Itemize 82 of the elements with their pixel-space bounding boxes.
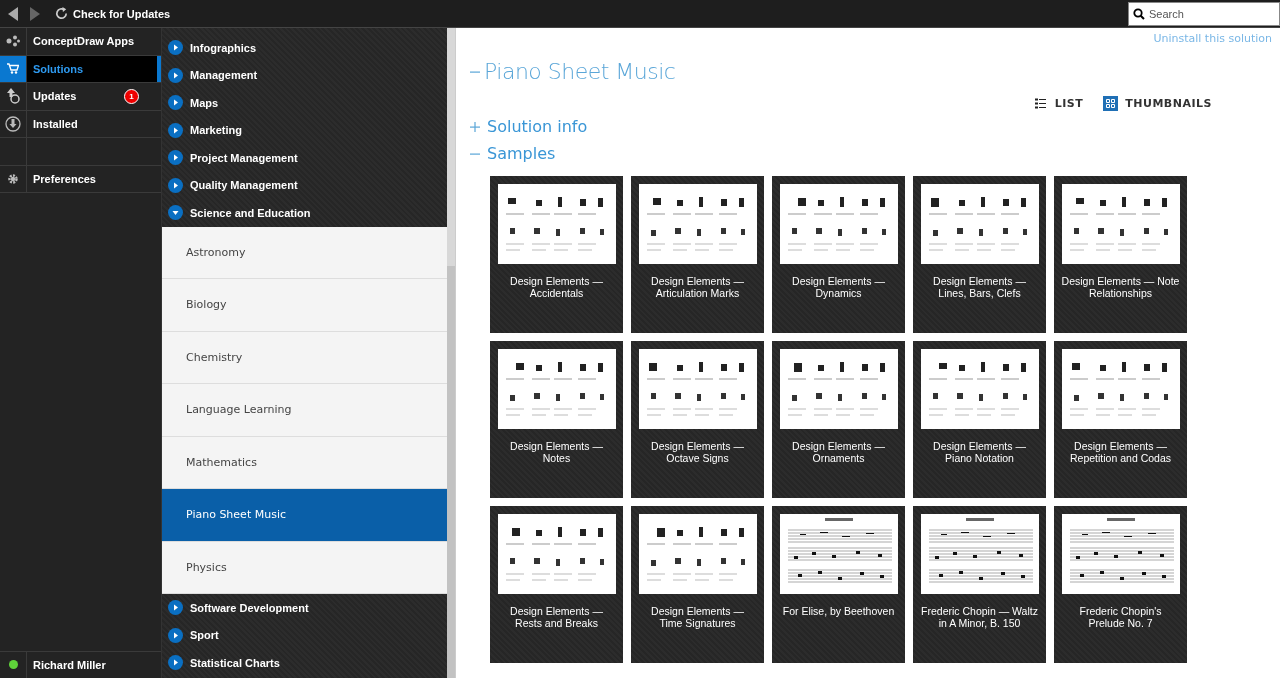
sample-title: Design Elements — Ornaments <box>791 441 886 464</box>
refresh-icon <box>54 6 69 21</box>
view-toggle[interactable]: THUMBNAILS <box>1103 96 1212 111</box>
sample-title: Design Elements — Piano Notation <box>932 441 1027 464</box>
sample-title: Design Elements — Notes <box>509 441 604 464</box>
sample-card[interactable]: Design Elements — Piano Notation <box>913 341 1046 498</box>
expand-icon <box>168 627 183 643</box>
nav-item[interactable]: Updates 1 <box>27 83 161 110</box>
nav-item[interactable]: Solutions <box>27 55 161 82</box>
sample-title: Design Elements — Accidentals <box>509 276 604 299</box>
sample-card[interactable]: Frederic Chopin's Prelude No. 7 <box>1054 506 1187 663</box>
subcategory-item[interactable]: Mathematics <box>162 436 447 489</box>
view-toggle[interactable]: LIST <box>1032 96 1084 111</box>
expand-icon <box>168 122 183 138</box>
subcategory-item[interactable]: Physics <box>162 541 447 594</box>
solution-title: Piano Sheet Music <box>484 59 676 84</box>
apps-icon <box>6 35 20 48</box>
expand-icon <box>168 177 183 193</box>
nav-item[interactable]: Preferences <box>27 165 161 192</box>
sample-card[interactable]: Design Elements — Rests and Breaks <box>490 506 623 663</box>
category-item[interactable]: Quality Management <box>162 171 447 199</box>
list-icon <box>1032 96 1048 111</box>
check-updates-button[interactable]: Check for Updates <box>50 6 175 21</box>
sample-card[interactable]: Frederic Chopin — Waltz in A Minor, B. 150 <box>913 506 1046 663</box>
category-item[interactable]: Infographics <box>162 34 447 62</box>
subcategory-item[interactable]: Language Learning <box>162 384 447 437</box>
expand-icon <box>168 95 183 111</box>
category-item[interactable]: Marketing <box>162 116 447 144</box>
expand-icon <box>168 655 183 671</box>
sample-card[interactable]: Design Elements — Accidentals <box>490 176 623 333</box>
search-icon <box>1133 7 1145 20</box>
category-item[interactable]: Statistical Charts <box>162 649 447 677</box>
user-name: Richard Miller <box>32 657 106 673</box>
sample-card[interactable]: Design Elements — Lines, Bars, Clefs <box>913 176 1046 333</box>
settings-icon <box>7 172 19 185</box>
category-item[interactable]: Maps <box>162 89 447 117</box>
sample-card[interactable]: Design Elements — Dynamics <box>772 176 905 333</box>
subcategory-item[interactable]: Astronomy <box>162 226 447 279</box>
sample-card[interactable]: Design Elements — Octave Signs <box>631 341 764 498</box>
sample-title: Design Elements — Time Signatures <box>650 606 745 629</box>
sample-card[interactable]: For Elise, by Beethoven <box>772 506 905 663</box>
sample-title: Design Elements — Repetition and Codas <box>1069 441 1172 464</box>
cart-icon <box>7 63 19 75</box>
expand-icon <box>168 40 183 56</box>
sample-title: Design Elements — Note Relationships <box>1061 276 1180 299</box>
search-field[interactable]: Search <box>1128 1 1280 26</box>
sample-title: Frederic Chopin's Prelude No. 7 <box>1078 606 1163 629</box>
sample-title: For Elise, by Beethoven <box>781 606 896 618</box>
category-item[interactable]: Project Management <box>162 144 447 172</box>
sample-card[interactable]: Design Elements — Articulation Marks <box>631 176 764 333</box>
download-icon <box>5 115 21 132</box>
category-item[interactable]: Management <box>162 61 447 89</box>
collapse-icon <box>168 205 183 221</box>
grid-icon <box>1103 96 1119 111</box>
subcategory-item[interactable]: Piano Sheet Music <box>162 489 447 542</box>
sample-title: Design Elements — Octave Signs <box>650 441 745 464</box>
sample-card[interactable]: Design Elements — Notes <box>490 341 623 498</box>
sample-card[interactable]: Design Elements — Repetition and Codas <box>1054 341 1187 498</box>
expand-icon <box>168 150 183 166</box>
sample-card[interactable]: Design Elements — Time Signatures <box>631 506 764 663</box>
plus-icon <box>470 121 480 132</box>
sample-title: Design Elements — Dynamics <box>791 276 886 299</box>
subcategory-item[interactable]: Chemistry <box>162 331 447 384</box>
category-item[interactable]: Sport <box>162 621 447 649</box>
sample-card[interactable]: Design Elements — Note Relationships <box>1054 176 1187 333</box>
nav-item[interactable]: ConceptDraw Apps <box>27 28 161 55</box>
update-icon <box>6 88 20 105</box>
sample-title: Design Elements — Lines, Bars, Clefs <box>932 276 1027 299</box>
forward-button[interactable] <box>28 5 42 22</box>
expand-icon <box>168 600 183 616</box>
expand-icon <box>168 67 183 83</box>
sample-title: Design Elements — Rests and Breaks <box>509 606 604 629</box>
subcategory-item[interactable]: Biology <box>162 279 447 332</box>
scrollbar[interactable] <box>447 28 455 678</box>
category-item[interactable]: Science and Education <box>162 199 447 227</box>
sample-card[interactable]: Design Elements — Ornaments <box>772 341 905 498</box>
sample-title: Design Elements — Articulation Marks <box>650 276 745 299</box>
category-item[interactable]: Software Development <box>162 594 447 622</box>
back-button[interactable] <box>6 5 20 22</box>
nav-item[interactable]: Installed <box>27 110 161 137</box>
sample-title: Frederic Chopin — Waltz in A Minor, B. 150 <box>920 606 1039 629</box>
count-badge: 1 <box>124 88 139 104</box>
